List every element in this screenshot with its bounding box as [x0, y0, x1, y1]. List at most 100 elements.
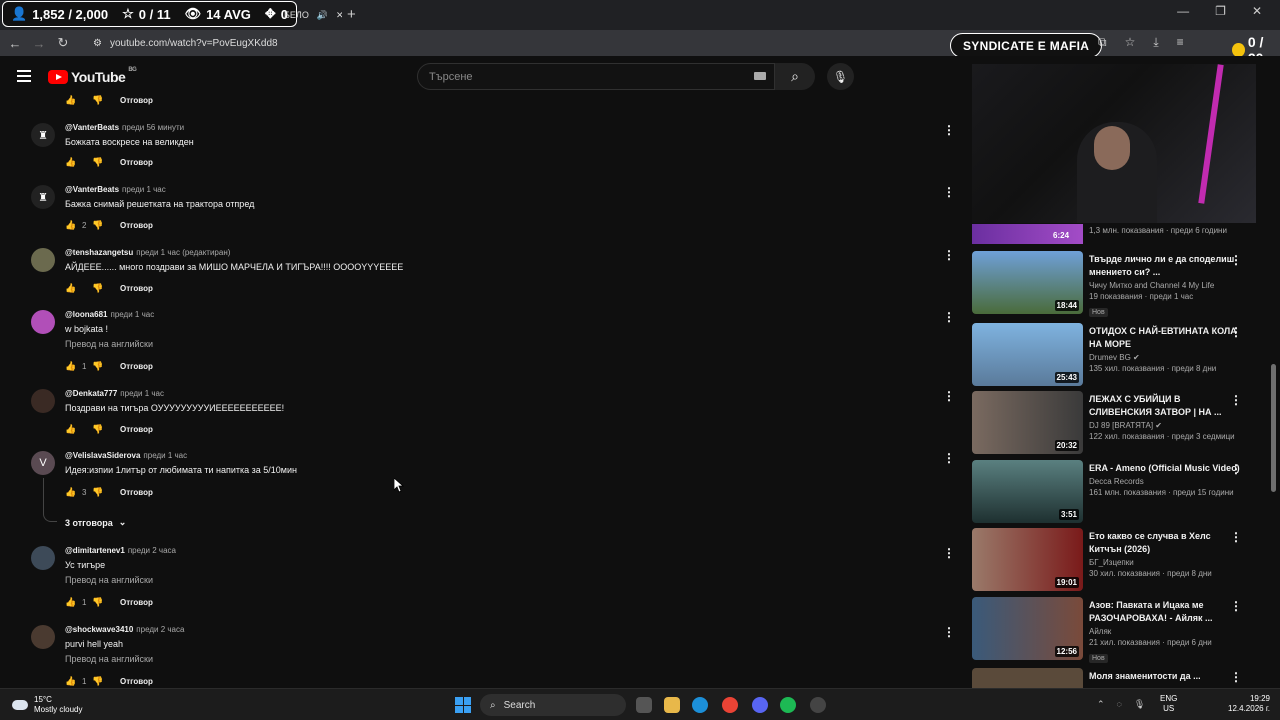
close-window-icon[interactable]: ✕ — [1252, 4, 1262, 18]
like-icon[interactable]: 👍 — [65, 95, 77, 106]
more-actions-icon[interactable]: ⋮ — [1230, 599, 1242, 613]
avatar[interactable] — [31, 625, 55, 649]
app-icon[interactable] — [810, 697, 826, 713]
close-tab-icon[interactable]: ✕ — [336, 10, 342, 21]
search-input[interactable]: Търсене — [417, 63, 775, 90]
more-actions-icon[interactable]: ⋮ — [1230, 530, 1242, 544]
comment-time[interactable]: преди 2 часа — [136, 625, 184, 634]
comment-time[interactable]: преди 1 час — [120, 389, 164, 398]
reply-button[interactable]: Отговор — [120, 425, 153, 434]
comment-author[interactable]: @Denkata777 — [65, 389, 117, 398]
more-actions-icon[interactable]: ⋮ — [1230, 670, 1242, 684]
more-actions-icon[interactable]: ⋮ — [943, 389, 955, 403]
like-icon[interactable]: 👍 — [65, 597, 77, 608]
browser-tab[interactable]: БЕЛО 🔊 ✕ — [284, 4, 342, 26]
more-actions-icon[interactable]: ⋮ — [1230, 253, 1242, 267]
comment-time[interactable]: преди 2 часа — [128, 546, 176, 555]
video-thumbnail[interactable] — [972, 668, 1083, 688]
menu-list-icon[interactable]: ≡ — [1177, 35, 1184, 50]
comment-author[interactable]: @dimitartenev1 — [65, 546, 125, 555]
forward-icon[interactable]: → — [27, 36, 51, 51]
like-icon[interactable]: 👍 — [65, 361, 77, 372]
more-actions-icon[interactable]: ⋮ — [943, 123, 955, 137]
reply-button[interactable]: Отговор — [120, 677, 153, 686]
dislike-icon[interactable]: 👎 — [92, 487, 104, 498]
avatar[interactable]: ♜ — [31, 123, 55, 147]
dislike-icon[interactable]: 👎 — [92, 283, 104, 294]
dislike-icon[interactable]: 👎 — [92, 597, 104, 608]
language-indicator[interactable]: ENG US — [1160, 694, 1177, 714]
like-icon[interactable]: 👍 — [65, 220, 77, 231]
voice-search-button[interactable]: 🎙 — [827, 63, 854, 90]
keyboard-icon[interactable] — [754, 72, 766, 80]
video-item[interactable]: 18:44 Твърде лично ли е да споделиш мнен… — [972, 251, 1262, 317]
download-icon[interactable]: ⤓ — [1153, 35, 1158, 50]
like-icon[interactable]: 👍 — [65, 157, 77, 168]
restore-icon[interactable]: ❐ — [1215, 4, 1226, 18]
video-title[interactable]: ОТИДОХ С НАЙ-ЕВТИНАТА КОЛА НА МОРЕ — [1089, 325, 1241, 351]
video-title[interactable]: Азов: Павката и Ицака ме РАЗОЧАРОВАХА! -… — [1089, 599, 1241, 625]
comment-author[interactable]: @VanterBeats — [65, 123, 119, 132]
show-replies-button[interactable]: 3 отговора ⌄ — [65, 517, 126, 528]
video-thumbnail[interactable]: 19:01 — [972, 528, 1083, 591]
windows-start-icon[interactable] — [455, 697, 471, 713]
speaker-icon[interactable]: 🔊 — [317, 10, 328, 21]
dislike-icon[interactable]: 👎 — [92, 95, 104, 106]
url-field[interactable]: ⚙ youtube.com/watch?v=PovEugXKdd8 — [93, 38, 278, 49]
youtube-logo[interactable]: YouTube BG — [48, 67, 137, 85]
more-actions-icon[interactable]: ⋮ — [943, 310, 955, 324]
site-info-icon[interactable]: ⚙ — [93, 38, 102, 49]
video-title[interactable]: ЛЕЖАХ С УБИЙЦИ В СЛИВЕНСКИЯ ЗАТВОР | НА … — [1089, 393, 1241, 419]
reload-icon[interactable]: ↻ — [51, 35, 75, 51]
taskbar-clock[interactable]: 19:29 12.4.2026 г. — [1228, 694, 1270, 714]
channel-name[interactable]: Чичу Митко and Channel 4 My Life — [1089, 281, 1241, 290]
video-thumbnail[interactable]: 25:43 — [972, 323, 1083, 386]
comment-author[interactable]: @loona681 — [65, 310, 107, 319]
reply-button[interactable]: Отговор — [120, 221, 153, 230]
channel-name[interactable]: Decca Records — [1089, 477, 1241, 486]
task-view-icon[interactable] — [636, 697, 652, 713]
more-actions-icon[interactable]: ⋮ — [943, 185, 955, 199]
channel-name[interactable]: DJ 89 [BRATЯТА] ✔ — [1089, 421, 1241, 430]
video-title[interactable]: Твърде лично ли е да споделиш мнението с… — [1089, 253, 1241, 279]
discord-icon[interactable] — [752, 697, 768, 713]
new-tab-button[interactable]: + — [347, 6, 356, 23]
weather-widget[interactable]: 15°C Mostly cloudy — [12, 695, 82, 715]
video-item[interactable]: 25:43 ОТИДОХ С НАЙ-ЕВТИНАТА КОЛА НА МОРЕ… — [972, 323, 1262, 387]
video-item[interactable]: 12:56 Азов: Павката и Ицака ме РАЗОЧАРОВ… — [972, 597, 1262, 663]
translate-link[interactable]: Превод на английски — [65, 339, 905, 349]
video-item[interactable]: 19:01 Ето какво се случва в Хелс Китчън … — [972, 528, 1262, 592]
comment-author[interactable]: @VelislavaSiderova — [65, 451, 140, 460]
hamburger-menu-icon[interactable] — [17, 70, 31, 85]
video-title[interactable]: Ето какво се случва в Хелс Китчън (2026) — [1089, 530, 1241, 556]
dislike-icon[interactable]: 👎 — [92, 157, 104, 168]
back-icon[interactable]: ← — [3, 36, 27, 51]
channel-name[interactable]: Айляк — [1089, 627, 1241, 636]
more-actions-icon[interactable]: ⋮ — [943, 546, 955, 560]
reply-button[interactable]: Отговор — [120, 362, 153, 371]
video-item[interactable]: Моля знаменитости да ... ⋮ — [972, 668, 1262, 688]
dislike-icon[interactable]: 👎 — [92, 424, 104, 435]
video-thumbnail[interactable]: 20:32 — [972, 391, 1083, 454]
dislike-icon[interactable]: 👎 — [92, 676, 104, 687]
more-actions-icon[interactable]: ⋮ — [1230, 393, 1242, 407]
more-actions-icon[interactable]: ⋮ — [943, 248, 955, 262]
more-actions-icon[interactable]: ⋮ — [1230, 325, 1242, 339]
avatar[interactable]: ♜ — [31, 185, 55, 209]
like-icon[interactable]: 👍 — [65, 424, 77, 435]
more-actions-icon[interactable]: ⋮ — [943, 451, 955, 465]
video-item[interactable]: 20:32 ЛЕЖАХ С УБИЙЦИ В СЛИВЕНСКИЯ ЗАТВОР… — [972, 391, 1262, 455]
extensions-icon[interactable]: ⧉ — [1098, 35, 1107, 50]
microphone-icon[interactable]: 🎙 — [1134, 699, 1145, 710]
channel-name[interactable]: БГ_Изцепки — [1089, 558, 1241, 567]
reply-button[interactable]: Отговор — [120, 598, 153, 607]
video-thumbnail[interactable]: 12:56 — [972, 597, 1083, 660]
bookmark-icon[interactable]: ☆ — [1125, 35, 1136, 50]
video-title[interactable]: Моля знаменитости да ... — [1089, 670, 1241, 683]
more-actions-icon[interactable]: ⋮ — [943, 625, 955, 639]
comment-time[interactable]: преди 1 час (редактиран) — [136, 248, 230, 257]
video-item[interactable]: 3:51 ERA - Ameno (Official Music Video) D… — [972, 460, 1262, 524]
edge-icon[interactable] — [692, 697, 708, 713]
comment-time[interactable]: преди 1 час — [143, 451, 187, 460]
video-thumbnail[interactable]: 3:51 — [972, 460, 1083, 523]
